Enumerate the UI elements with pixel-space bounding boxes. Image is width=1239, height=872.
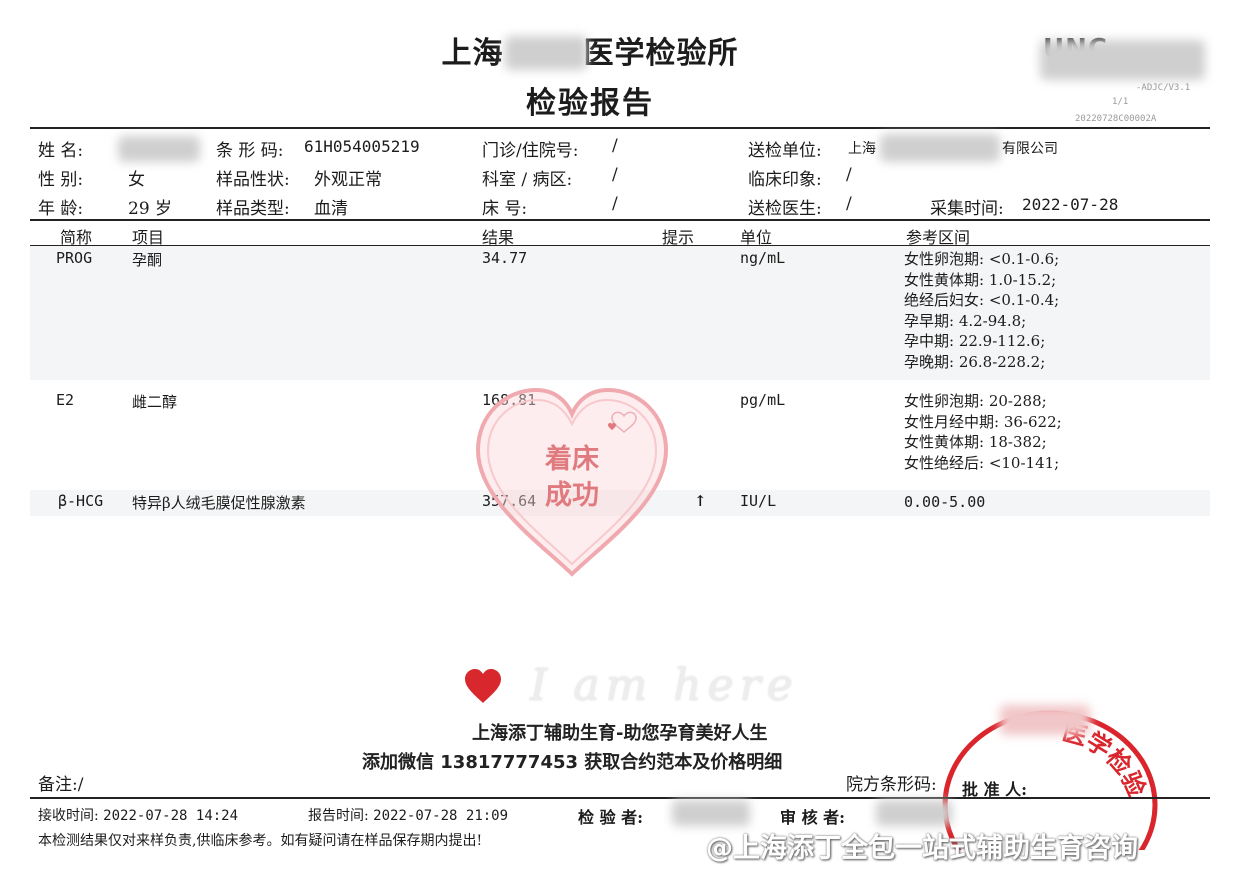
inspector-label: 检 验 者: — [578, 808, 644, 827]
unit-prefix: 上海 — [848, 141, 876, 157]
row-abbr: β-HCG — [58, 492, 104, 510]
header-rule — [30, 127, 1210, 129]
report-time-label: 报告时间: — [308, 808, 369, 824]
info-rule — [30, 219, 1210, 221]
reference-line: 绝经后妇女: <0.1-0.4; — [904, 291, 1060, 310]
form-code: -ADJC/V3.1 — [1136, 83, 1191, 93]
reference-line: 女性绝经后: <10-141; — [904, 453, 1060, 472]
reference-line: 孕晚期: 26.8-228.2; — [904, 352, 1046, 371]
sex-label: 性 别: — [38, 170, 84, 190]
remark-label: 备注:/ — [38, 770, 83, 795]
report-time-value: 2022-07-28 21:09 — [373, 808, 509, 824]
dept-label: 科室 / 病区: — [482, 170, 573, 190]
doctor-label: 送检医生: — [748, 199, 822, 219]
row-reference: 女性卵泡期: <0.1-0.6; 女性黄体期: 1.0-15.2; 绝经后妇女:… — [904, 249, 1059, 373]
lab-name-prefix: 上海 — [441, 36, 504, 71]
reference-line: 0.00-5.00 — [904, 493, 986, 511]
doctor-value: / — [846, 194, 852, 214]
document-number: 20220728C00002A — [1075, 114, 1157, 124]
promo-slogan: 上海添丁辅助生育-助您孕育美好人生 — [472, 723, 768, 744]
redacted-unit — [880, 134, 1000, 162]
age-label: 年 龄: — [38, 199, 84, 219]
row-flag-up-arrow: ↑ — [694, 492, 707, 510]
heart-stamp-line1: 着床 — [545, 444, 599, 475]
row-unit: pg/mL — [740, 391, 786, 409]
reference-line: 女性卵泡期: <0.1-0.6; — [904, 250, 1060, 268]
remark-value: / — [77, 775, 84, 795]
sex-value: 女 — [128, 170, 145, 190]
sample-state-label: 样品性状: — [216, 170, 290, 190]
bed-label: 床 号: — [482, 199, 528, 219]
promo-contact: 添加微信 13817777453 获取合约范本及价格明细 — [362, 752, 783, 773]
age-value: 29 岁 — [128, 199, 173, 219]
page-number: 1/1 — [1112, 97, 1129, 107]
row-item: 雌二醇 — [132, 393, 178, 411]
heart-stamp-line2: 成功 — [545, 480, 599, 511]
name-label: 姓 名: — [38, 141, 84, 161]
sample-type-label: 样品类型: — [216, 199, 290, 219]
redacted-lab-name — [505, 36, 587, 70]
report-time: 报告时间: 2022-07-28 21:09 — [308, 805, 508, 825]
reviewer-label: 审 核 者: — [780, 808, 846, 827]
row-abbr: E2 — [56, 391, 75, 409]
collect-time-label: 采集时间: — [930, 199, 1004, 219]
row-abbr: PROG — [56, 249, 93, 267]
reference-line: 女性月经中期: 36-622; — [904, 412, 1062, 431]
barcode-label: 条 形 码: — [216, 141, 284, 161]
reference-line: 女性卵泡期: 20-288; — [904, 392, 1047, 410]
watermark-script: I am here — [530, 660, 799, 711]
impression-label: 临床印象: — [748, 170, 822, 190]
row-item: 孕酮 — [132, 251, 163, 269]
redacted-seal-name — [1000, 705, 1090, 735]
remark-label-text: 备注: — [38, 775, 78, 795]
lab-name-suffix: 医学检验所 — [583, 36, 739, 71]
bed-value: / — [612, 194, 618, 214]
lab-name: 上海 医学检验所 — [0, 28, 1180, 72]
receive-time: 接收时间: 2022-07-28 14:24 — [38, 805, 238, 825]
receive-time-value: 2022-07-28 14:24 — [103, 808, 239, 824]
impression-value: / — [846, 165, 852, 185]
reference-line: 女性黄体期: 18-382; — [904, 433, 1047, 452]
weibo-watermark: @上海添丁全包一站式辅助生育咨询 — [706, 833, 1138, 864]
row-item: 特异β人绒毛膜促性腺激素 — [132, 494, 306, 512]
row-unit: ng/mL — [740, 249, 786, 267]
hospital-barcode-label: 院方条形码: — [846, 775, 937, 795]
unit-suffix: 有限公司 — [1002, 141, 1058, 157]
clinic-value: / — [612, 136, 618, 156]
redacted-reviewer — [876, 800, 952, 826]
dept-value: / — [612, 165, 618, 185]
footer-rule — [30, 797, 1210, 799]
row-reference: 0.00-5.00 — [904, 492, 985, 513]
row-unit: IU/L — [740, 492, 777, 510]
sample-state-value: 外观正常 — [314, 170, 382, 190]
row-result: 34.77 — [482, 249, 528, 267]
redacted-logo-area — [1040, 40, 1205, 80]
reference-line: 孕早期: 4.2-94.8; — [904, 311, 1027, 330]
clinic-label: 门诊/住院号: — [482, 141, 579, 161]
reference-line: 孕中期: 22.9-112.6; — [904, 332, 1046, 351]
collect-time-value: 2022-07-28 — [1022, 195, 1119, 214]
redacted-name — [118, 136, 200, 162]
sample-type-value: 血清 — [314, 199, 348, 219]
reference-line: 女性黄体期: 1.0-15.2; — [904, 270, 1057, 289]
report-title: 检验报告 — [526, 86, 654, 121]
approver-label: 批 准 人: — [962, 780, 1028, 799]
row-reference: 女性卵泡期: 20-288; 女性月经中期: 36-622; 女性黄体期: 18… — [904, 391, 1062, 473]
redacted-inspector — [672, 800, 750, 826]
receive-time-label: 接收时间: — [38, 808, 99, 824]
red-heart-icon — [465, 669, 501, 703]
barcode-value: 61H054005219 — [304, 137, 420, 156]
disclaimer: 本检测结果仅对来样负责,供临床参考。如有疑问请在样品保存期内提出! — [38, 833, 483, 849]
unit-label: 送检单位: — [748, 141, 822, 161]
